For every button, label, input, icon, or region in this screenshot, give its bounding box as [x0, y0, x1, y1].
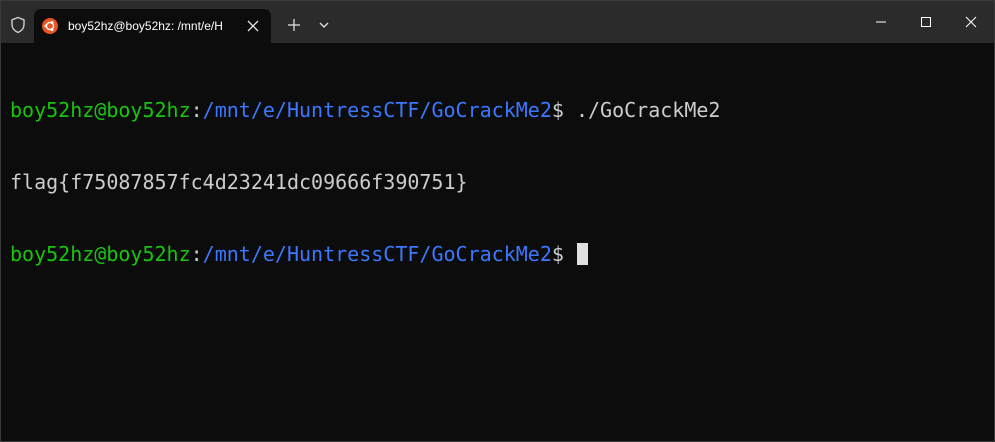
prompt-path: /mnt/e/HuntressCTF/GoCrackMe2 [202, 98, 552, 122]
flag-output: flag{f75087857fc4d23241dc09666f390751} [10, 170, 468, 194]
close-button[interactable] [948, 7, 994, 37]
chevron-down-icon[interactable] [315, 15, 333, 35]
command-text: ./GoCrackMe2 [575, 98, 721, 122]
terminal-output[interactable]: boy52hz@boy52hz:/mnt/e/HuntressCTF/GoCra… [10, 50, 985, 441]
prompt-user: boy52hz@boy52hz [10, 98, 191, 122]
ubuntu-icon [42, 18, 58, 34]
terminal-window: boy52hz@boy52hz: /mnt/e/H boy52hz@boy52h… [0, 0, 995, 442]
minimize-button[interactable] [858, 7, 904, 37]
prompt-separator: : [190, 98, 203, 122]
new-tab-button[interactable] [284, 15, 304, 35]
close-icon [965, 16, 977, 28]
prompt-path: /mnt/e/HuntressCTF/GoCrackMe2 [202, 242, 552, 266]
title-bar[interactable]: boy52hz@boy52hz: /mnt/e/H [1, 1, 994, 43]
tab-terminal[interactable]: boy52hz@boy52hz: /mnt/e/H [34, 9, 271, 43]
prompt-symbol: $ [551, 98, 576, 122]
close-tab-icon[interactable] [245, 18, 261, 34]
output-line: flag{f75087857fc4d23241dc09666f390751} [10, 170, 985, 194]
prompt-separator: : [190, 242, 203, 266]
prompt-user: boy52hz@boy52hz [10, 242, 191, 266]
prompt-line: boy52hz@boy52hz:/mnt/e/HuntressCTF/GoCra… [10, 242, 985, 266]
shield-icon[interactable] [9, 16, 27, 34]
minimize-icon [876, 21, 886, 23]
prompt-line: boy52hz@boy52hz:/mnt/e/HuntressCTF/GoCra… [10, 98, 985, 122]
tab-title: boy52hz@boy52hz: /mnt/e/H [68, 19, 223, 33]
maximize-icon [921, 17, 931, 27]
text-cursor [576, 243, 588, 265]
prompt-symbol: $ [551, 242, 576, 266]
maximize-button[interactable] [903, 7, 949, 37]
